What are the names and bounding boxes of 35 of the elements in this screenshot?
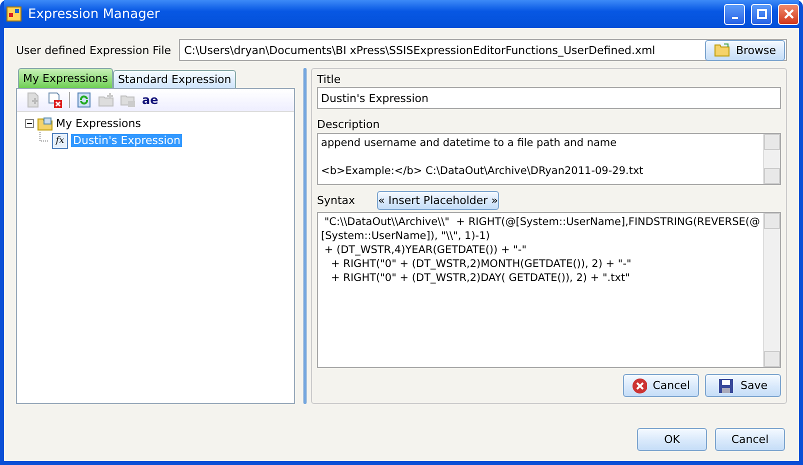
- tab[interactable]: My Expressions: [18, 68, 113, 88]
- refresh-icon[interactable]: [76, 92, 92, 108]
- save-button[interactable]: Save: [705, 374, 781, 397]
- minimize-button[interactable]: [724, 4, 745, 24]
- minimize-icon: [732, 17, 738, 19]
- folder-icon: [714, 43, 730, 57]
- field-label: Syntax: [317, 194, 356, 208]
- browse-button[interactable]: Browse: [704, 40, 785, 60]
- maximize-button[interactable]: [751, 4, 772, 24]
- delete-document-icon[interactable]: [47, 92, 63, 108]
- field-label: Title: [317, 72, 342, 88]
- tree-item[interactable]: My Expressions: [56, 117, 141, 130]
- cancel-button[interactable]: Cancel: [715, 428, 785, 451]
- close-icon: [784, 9, 794, 19]
- app-icon: [6, 6, 22, 22]
- folder-icon: [37, 116, 53, 130]
- scrollbar[interactable]: [763, 213, 780, 367]
- file-path-field[interactable]: C:\Users\dryan\Documents\BI xPress\SSISExpressionEditorFunctions_UserDefined.xml Browse: [179, 39, 787, 61]
- save-icon: [718, 378, 734, 394]
- ok-button[interactable]: OK: [637, 428, 707, 451]
- title-field[interactable]: Dustin's Expression: [317, 87, 781, 109]
- tab[interactable]: Standard Expression: [112, 70, 236, 88]
- field-label: User defined Expression File: [16, 44, 172, 56]
- insert-placeholder-button[interactable]: « Insert Placeholder »: [377, 191, 500, 210]
- cancel-icon: [632, 378, 647, 394]
- field-label: Description: [317, 117, 381, 134]
- maximize-icon: [756, 9, 766, 19]
- function-icon: fx: [52, 132, 68, 148]
- tree-line: [39, 132, 49, 142]
- cancel-button[interactable]: Cancel: [623, 374, 699, 397]
- window-title: Expression Manager: [28, 6, 161, 22]
- close-button[interactable]: [778, 4, 799, 24]
- rename-icon[interactable]: ae: [142, 93, 158, 107]
- splitter[interactable]: [303, 68, 308, 404]
- collapse-icon[interactable]: [25, 119, 34, 128]
